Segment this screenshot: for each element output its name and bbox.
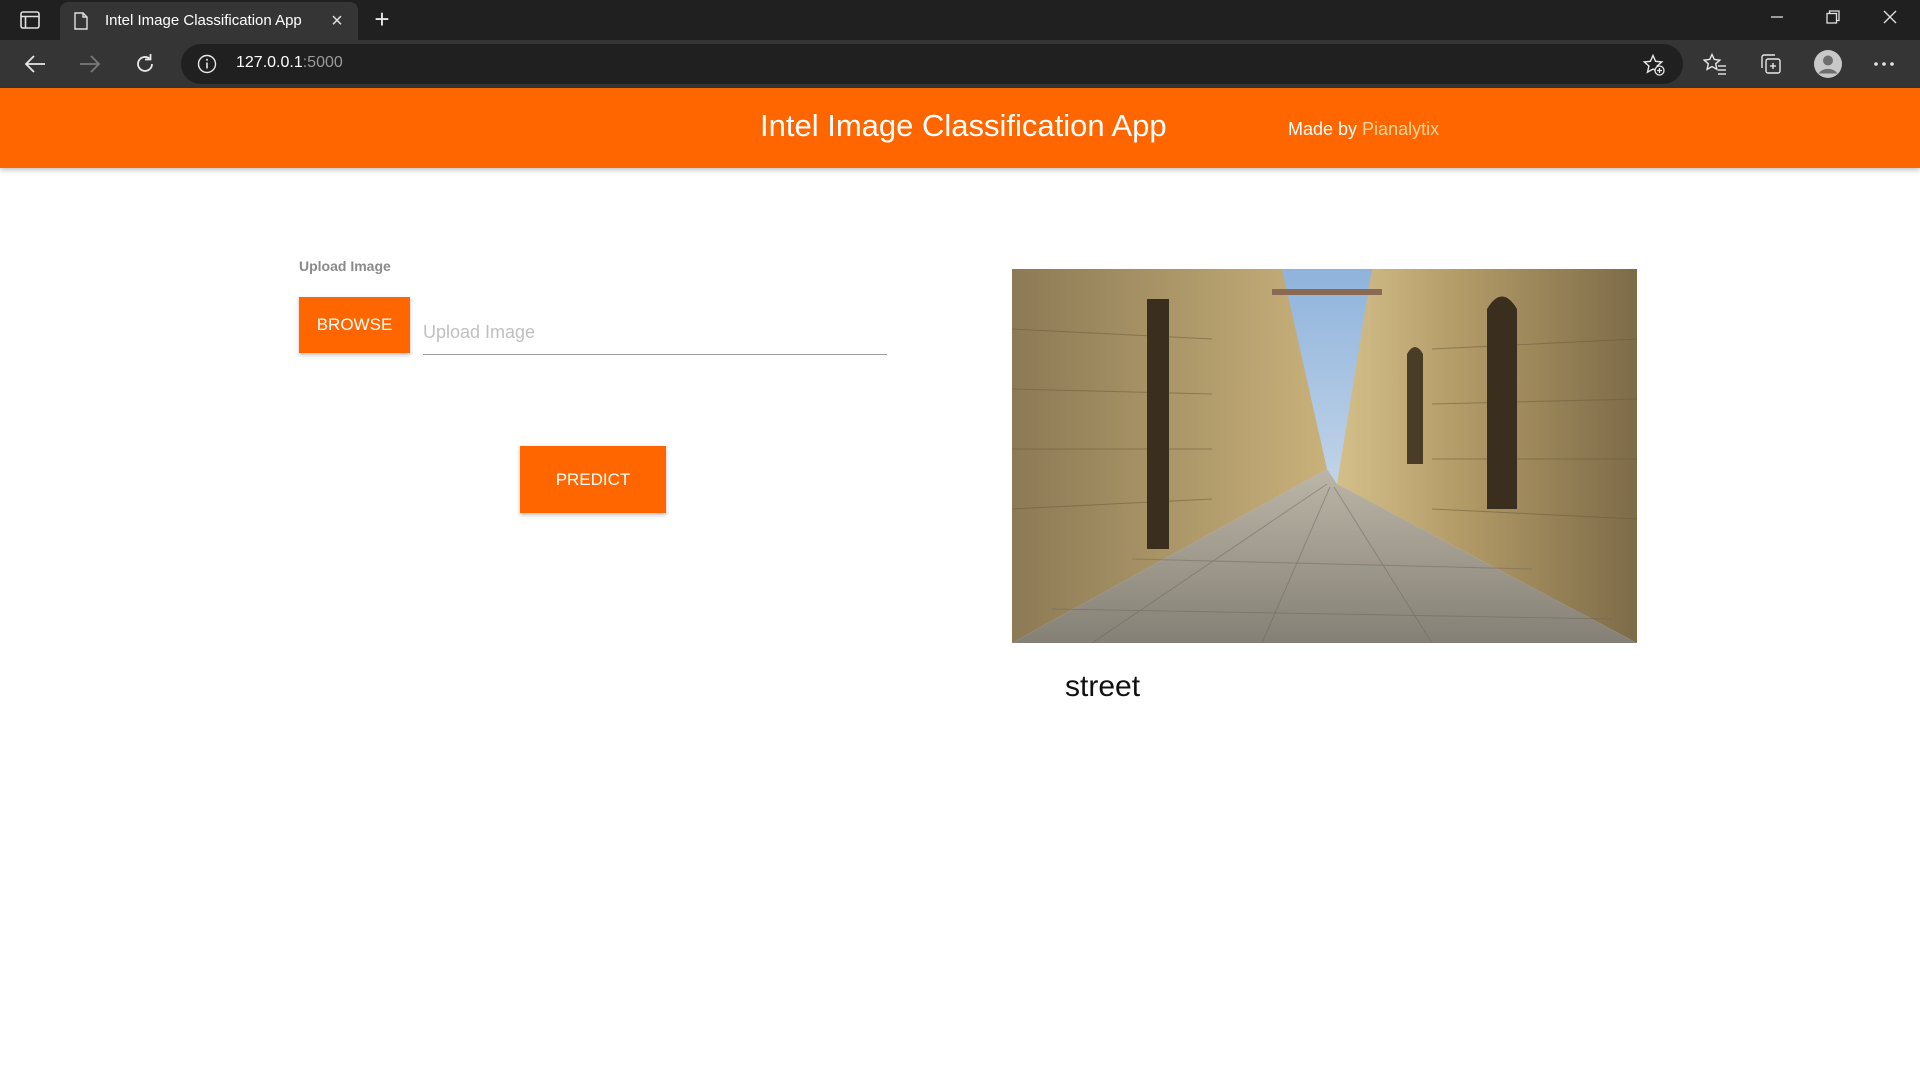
reload-icon[interactable] — [129, 48, 161, 80]
info-icon[interactable] — [197, 54, 217, 74]
browser-toolbar: 127.0.0.1:5000 — [0, 40, 1920, 88]
predict-button[interactable]: PREDICT — [520, 446, 666, 513]
more-menu-icon[interactable] — [1869, 49, 1899, 79]
minimize-icon[interactable] — [1762, 6, 1792, 34]
address-port: :5000 — [302, 54, 343, 71]
window-close-icon[interactable] — [1875, 6, 1905, 34]
profile-avatar-icon[interactable] — [1813, 49, 1843, 79]
uploaded-image-preview — [1012, 269, 1637, 643]
prediction-result: street — [1065, 670, 1141, 703]
app-title: Intel Image Classification App — [760, 108, 1167, 143]
forward-icon[interactable] — [74, 48, 106, 80]
new-tab-icon[interactable]: + — [368, 6, 396, 34]
browse-button[interactable]: BROWSE — [299, 297, 410, 353]
back-icon[interactable] — [19, 48, 51, 80]
close-icon[interactable]: × — [327, 11, 347, 31]
upload-image-label: Upload Image — [299, 258, 391, 274]
tab-actions-icon[interactable] — [12, 8, 48, 32]
browser-titlebar: Intel Image Classification App × + — [0, 0, 1920, 40]
tab-title: Intel Image Classification App — [105, 12, 302, 29]
collections-icon[interactable] — [1756, 49, 1786, 79]
made-by-credit: Made by Pianalytix — [1288, 119, 1439, 140]
browser-tab[interactable]: Intel Image Classification App × — [60, 2, 358, 40]
restore-icon[interactable] — [1818, 6, 1848, 34]
address-url: 127.0.0.1:5000 — [236, 54, 343, 72]
app-header: Intel Image Classification App Made by P… — [0, 88, 1920, 168]
made-by-prefix: Made by — [1288, 119, 1363, 139]
page-icon — [74, 12, 88, 30]
favorites-icon[interactable] — [1700, 49, 1730, 79]
address-bar[interactable]: 127.0.0.1:5000 — [181, 44, 1683, 84]
author-link[interactable]: Pianalytix — [1362, 119, 1439, 139]
address-host: 127.0.0.1 — [236, 54, 303, 71]
add-favorite-icon[interactable] — [1642, 53, 1665, 76]
upload-image-field[interactable] — [423, 310, 887, 355]
